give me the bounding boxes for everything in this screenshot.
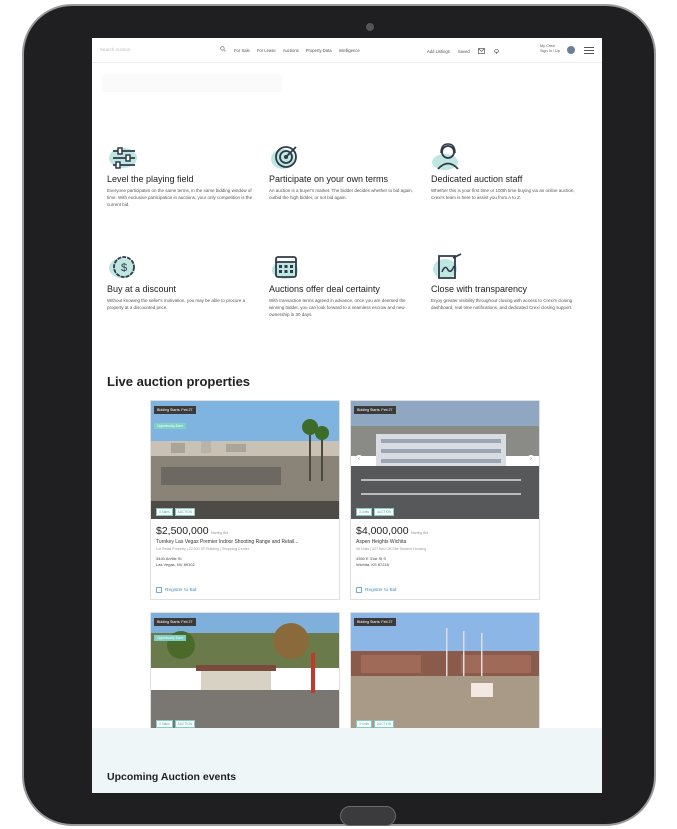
chip-row: 3 Units AUCTION: [356, 508, 395, 516]
upcoming-auction-title: Upcoming Auction events: [107, 771, 237, 783]
nav-link-intelligence[interactable]: Intelligence: [339, 48, 360, 53]
register-to-bid-link[interactable]: Register to Bid: [356, 587, 396, 593]
chip: AUCTION: [174, 720, 195, 728]
chip: 3 Units: [356, 508, 372, 516]
nav-link-property-data[interactable]: Property Data: [306, 48, 332, 53]
property-photo[interactable]: Bidding Starts: Feb 27 3 Units AUCTION: [351, 613, 539, 731]
chip: 3 Sales: [156, 508, 173, 516]
price: $4,000,000 Starting Bid: [356, 525, 428, 537]
price-note: Starting Bid: [210, 531, 229, 535]
price-value: $4,000,000: [356, 525, 409, 537]
address-line-2: Wichita, KS 67218: [356, 562, 389, 567]
chip: AUCTION: [373, 508, 395, 516]
feature-text: Whether this is your first time or 100th…: [431, 188, 575, 200]
top-nav: Search Auction For Sale For Lease Auctio…: [92, 38, 602, 63]
feature-title: Level the playing field: [107, 174, 194, 184]
avatar[interactable]: [567, 46, 575, 54]
feature-title: Buy at a discount: [107, 284, 177, 294]
menu-icon[interactable]: [584, 47, 594, 54]
property-card[interactable]: Bidding Starts: Feb 27 Opportunity Zone …: [150, 612, 340, 732]
register-label: Register to Bid: [165, 587, 197, 593]
feature-text: Everyone participates on the same terms,…: [107, 188, 253, 207]
chip: AUCTION: [174, 508, 195, 516]
signed-document-icon: [433, 253, 462, 279]
nav-links: For Sale For Lease Auctions Property Dat…: [234, 48, 360, 53]
feature-title: Close with transparency: [431, 284, 528, 294]
property-details: 96 Units | 327 Bed Off-Site Student Hous…: [356, 547, 427, 551]
bidding-start-badge: Bidding Starts: Feb 27: [354, 618, 396, 626]
property-card[interactable]: Bidding Starts: Feb 27 3 Units AUCTION: [350, 612, 540, 732]
feature-text: With transaction terms agreed in advance…: [269, 298, 406, 317]
feature-title: Participate on your own terms: [269, 174, 389, 184]
address-line-1: 3440 Arville St: [156, 556, 182, 561]
hero-placeholder: [102, 74, 282, 92]
live-auction-title: Live auction properties: [107, 374, 251, 389]
support-agent-icon: [432, 143, 459, 170]
home-button[interactable]: [340, 806, 396, 826]
property-details: Lot Retail Property | 22,000 SF Building…: [156, 547, 249, 551]
address-line-1: 4350 E 31st St S: [356, 556, 387, 561]
register-label: Register to Bid: [365, 587, 397, 593]
feature-text: An auction is a buyer's market. The bidd…: [269, 188, 413, 200]
chip-row: 3 Sales AUCTION: [156, 508, 195, 516]
signin-line-2: Sign In / Up: [540, 48, 560, 53]
bell-icon[interactable]: [493, 48, 500, 54]
property-name[interactable]: Aspen Heights Wichita: [356, 539, 536, 545]
bidding-start-badge: Bidding Starts: Feb 27: [154, 406, 196, 414]
property-photo-image: [351, 401, 539, 519]
nav-link-for-sale[interactable]: For Sale: [234, 48, 250, 53]
property-photo-image: [151, 401, 339, 519]
property-photo-image: [151, 613, 339, 731]
add-listings-link[interactable]: Add Listings: [427, 49, 450, 54]
property-photo-image: [351, 613, 539, 731]
bidding-start-badge: Bidding Starts: Feb 27: [354, 406, 396, 414]
next-photo-button[interactable]: ›: [527, 455, 535, 463]
feature-text: Enjoy greater visibility throughout clos…: [431, 298, 573, 310]
price-value: $2,500,000: [156, 525, 209, 537]
chip-row: 3 Units AUCTION: [356, 720, 395, 728]
feature-text: Without knowing the seller's motivation,…: [107, 298, 246, 310]
saved-link[interactable]: Saved: [458, 49, 470, 54]
property-card[interactable]: Bidding Starts: Feb 27 Opportunity Zone …: [150, 400, 340, 600]
property-card[interactable]: Bidding Starts: Feb 27 ‹ › 3 Units AUCTI…: [350, 400, 540, 600]
calendar-icon: [272, 256, 298, 279]
price: $2,500,000 Starting Bid: [156, 525, 228, 537]
nav-link-auctions[interactable]: Auctions: [283, 48, 299, 53]
search-icon[interactable]: [220, 46, 226, 52]
opportunity-zone-badge: Opportunity Zone: [154, 635, 187, 641]
property-photo[interactable]: Bidding Starts: Feb 27 ‹ › 3 Units AUCTI…: [351, 401, 539, 519]
register-icon: [356, 587, 362, 593]
nav-right: Add Listings Saved: [427, 48, 500, 54]
mail-icon[interactable]: [477, 48, 485, 54]
property-name[interactable]: Turnkey Las Vegas Premier Indoor Shootin…: [156, 539, 336, 545]
screen: Search Auction For Sale For Lease Auctio…: [92, 38, 602, 793]
opportunity-zone-badge: Opportunity Zone: [154, 423, 187, 429]
search-input[interactable]: Search Auction: [100, 47, 130, 52]
target-icon: [271, 146, 297, 169]
register-icon: [156, 587, 162, 593]
feature-title: Auctions offer deal certainty: [269, 284, 380, 294]
chip: 3 Sales: [156, 720, 173, 728]
register-to-bid-link[interactable]: Register to Bid: [156, 587, 196, 593]
chip-row: 3 Sales AUCTION: [156, 720, 195, 728]
chip: AUCTION: [373, 720, 395, 728]
price-note: Starting Bid: [410, 531, 429, 535]
sliders-icon: [109, 147, 137, 169]
dollar-circle-icon: $: [109, 256, 135, 278]
sign-in-link[interactable]: My Crexi Sign In / Up: [540, 44, 560, 53]
camera-dot: [366, 23, 374, 31]
property-photo[interactable]: Bidding Starts: Feb 27 Opportunity Zone …: [151, 401, 339, 519]
property-photo[interactable]: Bidding Starts: Feb 27 Opportunity Zone …: [151, 613, 339, 731]
bidding-start-badge: Bidding Starts: Feb 27: [154, 618, 196, 626]
prev-photo-button[interactable]: ‹: [355, 455, 363, 463]
feature-title: Dedicated auction staff: [431, 174, 523, 184]
upcoming-events-section: [92, 728, 602, 793]
nav-link-for-lease[interactable]: For Lease: [257, 48, 276, 53]
address-line-2: Las Vegas, NV 89102: [156, 562, 195, 567]
svg-text:$: $: [121, 262, 127, 274]
chip: 3 Units: [356, 720, 372, 728]
